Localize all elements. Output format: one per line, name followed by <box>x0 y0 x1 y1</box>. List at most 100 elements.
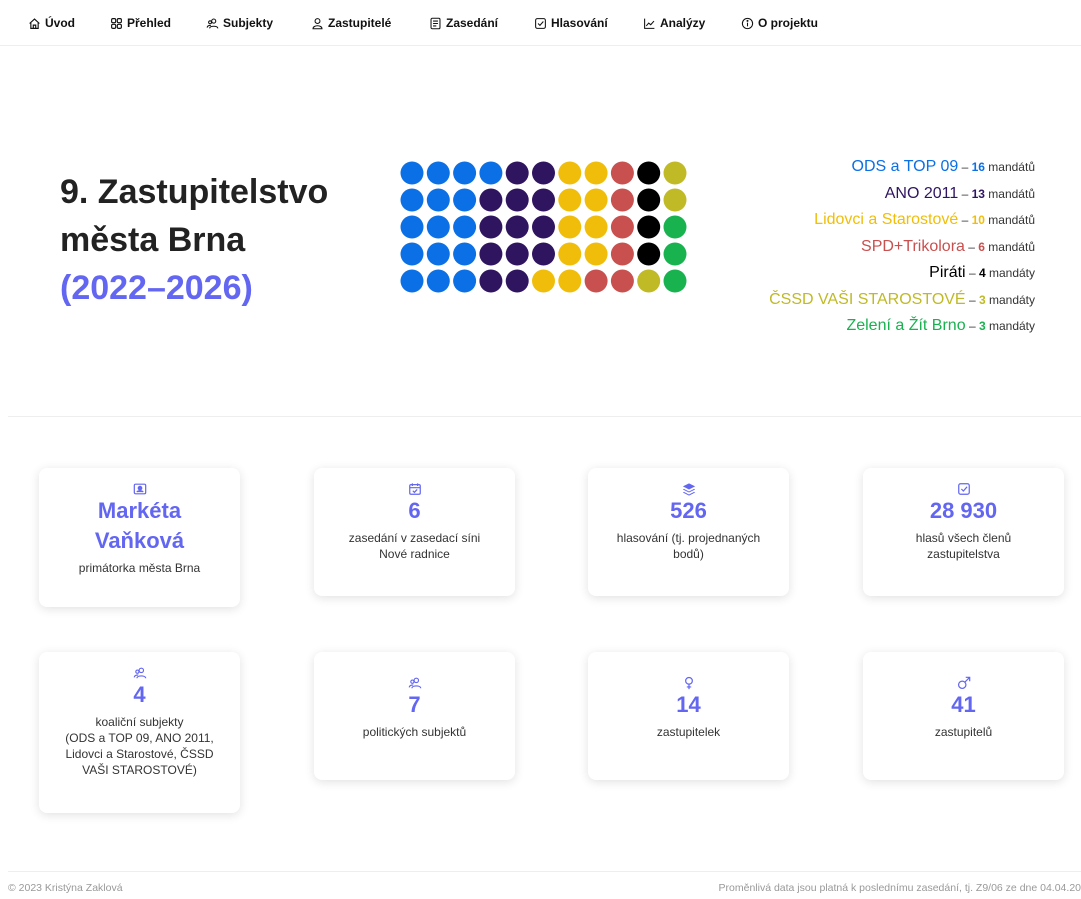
seat-dot <box>637 269 661 293</box>
card-parties: 7 politických subjektů <box>314 652 515 780</box>
nav-item-prehled[interactable]: Přehled <box>110 16 171 30</box>
seat-dot <box>610 269 634 293</box>
legend-row-pirati: Piráti – 4 mandáty <box>675 260 1035 287</box>
legend-row-cssd: ČSSD VAŠI STAROSTOVÉ – 3 mandáty <box>675 287 1035 314</box>
party-seats: 16 <box>971 160 985 174</box>
seat-dot <box>453 215 477 239</box>
home-icon <box>28 17 41 30</box>
party-name: Lidovci a Starostové <box>814 211 959 228</box>
legend-row-ano: ANO 2011 – 13 mandátů <box>675 181 1035 208</box>
party-seats: 6 <box>978 239 985 254</box>
layers-icon <box>682 482 696 496</box>
legend-dash: – <box>965 319 979 333</box>
card-women: 14 zastupitelek <box>588 652 789 780</box>
nav-item-uvod[interactable]: Úvod <box>28 16 75 30</box>
seat-dot <box>453 269 477 293</box>
legend-dash: – <box>964 239 979 254</box>
card-value: 4 <box>133 682 146 707</box>
seat-dot <box>584 242 608 266</box>
title-line-2: města Brna <box>60 221 246 259</box>
party-name: Piráti <box>929 264 966 281</box>
nav-item-label: Úvod <box>45 16 75 30</box>
seat-chart <box>400 161 687 293</box>
nav-item-label: Analýzy <box>660 16 706 30</box>
seat-dot <box>532 242 555 266</box>
nav-item-zastupitele[interactable]: Zastupitelé <box>311 16 391 30</box>
seats-unit: mandátů <box>984 239 1035 254</box>
seat-dot <box>479 188 503 212</box>
seat-dot <box>584 215 608 239</box>
card-description: zasedání v zasedací síni Nové radnice <box>314 530 515 562</box>
nav-item-o-projektu[interactable]: O projektu <box>741 16 818 30</box>
seat-dot <box>426 161 450 185</box>
nav-item-label: Přehled <box>127 16 172 30</box>
seat-dot <box>558 242 582 266</box>
seat-dot <box>610 188 634 212</box>
desc-line: (ODS a TOP 09, ANO 2011, <box>65 731 214 745</box>
seat-dot <box>505 161 529 185</box>
card-votings: 526 hlasování (tj. projednaných bodů) <box>588 468 789 596</box>
nav-item-label: Zasedání <box>446 16 499 30</box>
card-men: 41 zastupitelů <box>863 652 1064 780</box>
seat-dot <box>426 269 450 293</box>
footer-copyright: © 2023 Kristýna Zaklová <box>8 882 123 894</box>
seat-dot <box>400 269 424 293</box>
nav-item-label: Subjekty <box>223 16 274 30</box>
users-icon <box>408 676 422 690</box>
document-icon <box>429 17 442 30</box>
user-icon <box>311 17 324 30</box>
desc-line: zastupitelstva <box>927 547 1000 561</box>
seat-dot <box>637 242 661 266</box>
party-seats: 4 <box>978 266 986 280</box>
footer-data-note: Proměnlivá data jsou platná k poslednímu… <box>718 882 1081 894</box>
desc-line: koaliční subjekty <box>95 715 184 729</box>
seat-dot <box>479 242 503 266</box>
card-value: 28 930 <box>929 498 998 523</box>
seat-dot <box>400 215 424 239</box>
page-title: 9. Zastupitelstvo města Brna (2022–2026) <box>60 168 400 312</box>
seat-dot <box>584 269 608 293</box>
seat-dot <box>505 269 529 293</box>
card-description: zastupitelů <box>934 725 993 739</box>
desc-line: Nové radnice <box>379 547 450 561</box>
seat-dot <box>637 161 661 185</box>
male-icon <box>957 676 971 690</box>
female-icon <box>682 676 696 690</box>
desc-line: hlasování (tj. projednaných <box>616 531 761 545</box>
seat-dot <box>637 215 661 239</box>
legend-dash: – <box>958 160 972 174</box>
seats-unit: mandáty <box>985 266 1035 280</box>
card-description: hlasů všech členů zastupitelstva <box>863 530 1064 562</box>
mayor-name-last: Vaňková <box>94 528 185 553</box>
seat-dot <box>610 242 634 266</box>
checkbox-icon <box>957 482 971 496</box>
seat-dot <box>558 269 582 293</box>
title-line-1: 9. Zastupitelstvo <box>60 173 329 211</box>
seat-dot <box>400 242 424 266</box>
nav-item-analyzy[interactable]: Analýzy <box>643 16 705 30</box>
seat-dot <box>400 188 424 212</box>
card-description: koaliční subjekty (ODS a TOP 09, ANO 201… <box>39 714 240 778</box>
seat-dot <box>532 215 555 239</box>
seat-dot <box>453 188 477 212</box>
seat-dot <box>610 215 634 239</box>
card-value: 41 <box>951 692 976 717</box>
seat-dot <box>558 161 582 185</box>
nav-item-zasedani[interactable]: Zasedání <box>429 16 498 30</box>
seat-dot <box>610 161 634 185</box>
nav-item-hlasovani[interactable]: Hlasování <box>534 16 608 30</box>
seat-dot <box>505 215 529 239</box>
seat-dot <box>532 269 555 293</box>
seat-dot <box>479 161 503 185</box>
seat-dot <box>426 242 450 266</box>
users-icon <box>133 666 147 680</box>
party-name: ANO 2011 <box>884 184 959 202</box>
section-divider <box>8 416 1081 417</box>
seat-dot <box>400 161 424 185</box>
info-icon <box>741 17 754 30</box>
desc-line: VAŠI STAROSTOVÉ) <box>82 763 197 777</box>
nav-item-subjekty[interactable]: Subjekty <box>206 16 273 30</box>
seats-unit: mandátů <box>984 160 1035 174</box>
seat-dot <box>479 215 503 239</box>
legend-row-spd: SPD+Trikolora – 6 mandátů <box>675 234 1035 261</box>
